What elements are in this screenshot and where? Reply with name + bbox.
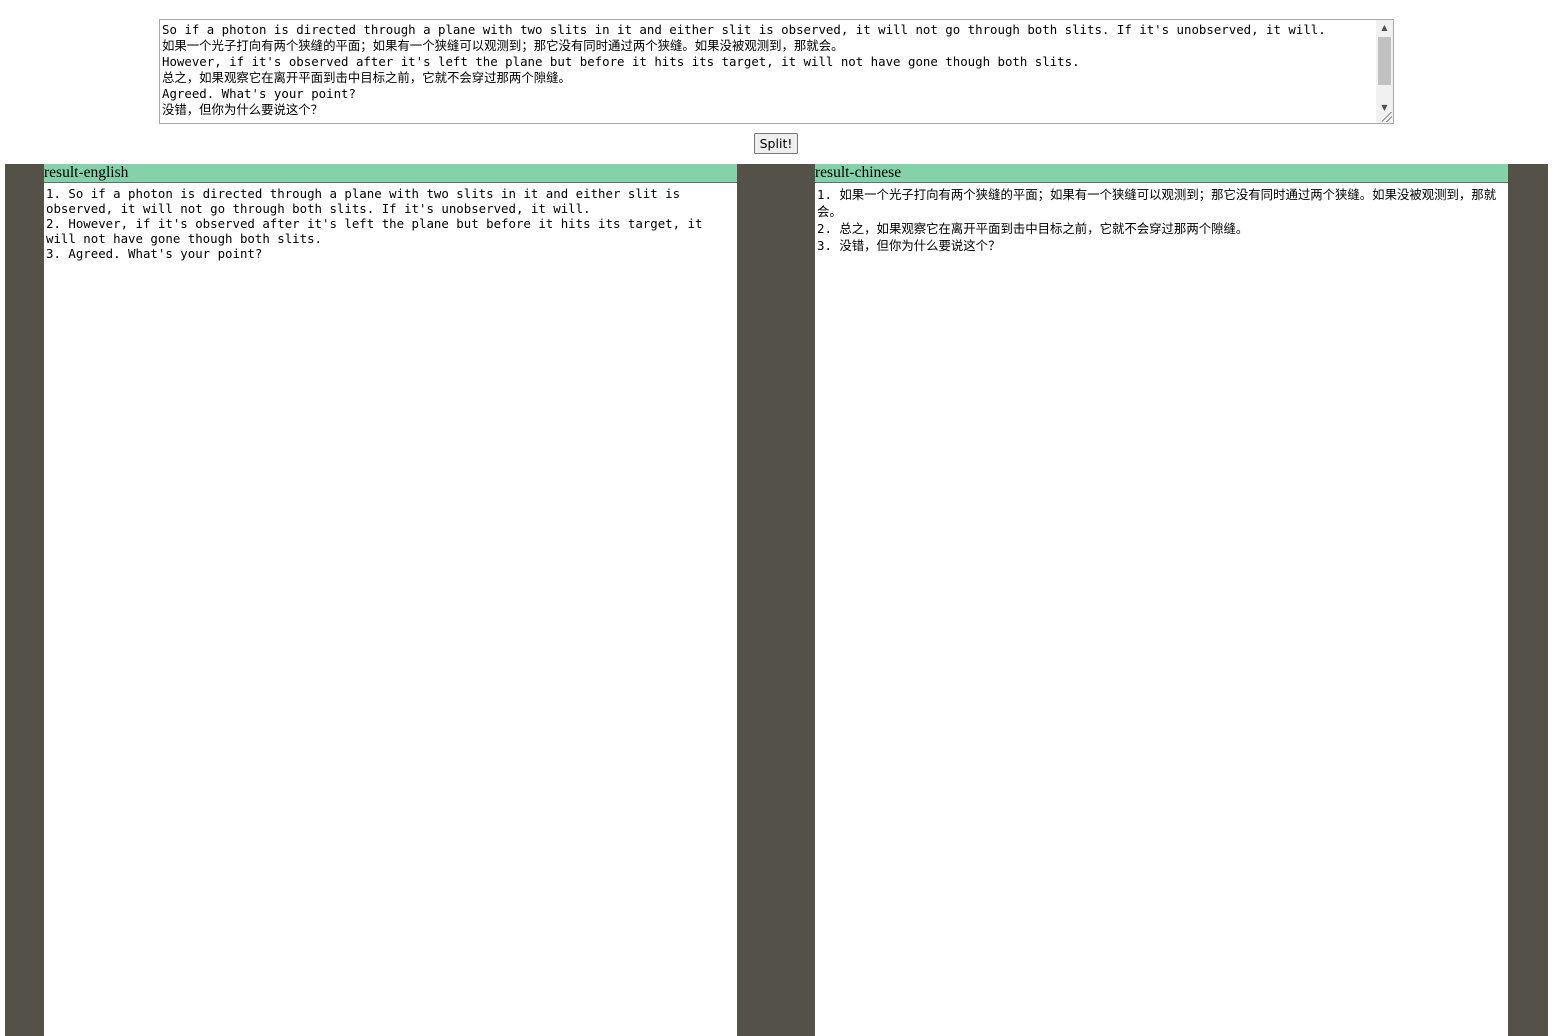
result-english-line: 2. However, if it's observed after it's … bbox=[46, 216, 710, 246]
result-english-line: 3. Agreed. What's your point? bbox=[46, 246, 263, 261]
result-english-header: result-english bbox=[44, 164, 737, 183]
source-line: So if a photon is directed through a pla… bbox=[162, 22, 1326, 37]
result-chinese-line: 2. 总之，如果观察它在离开平面到击中目标之前，它就不会穿过那两个隙缝。 bbox=[817, 221, 1249, 236]
result-chinese-panel: result-chinese 1. 如果一个光子打向有两个狭缝的平面；如果有一个… bbox=[815, 164, 1508, 1036]
split-button[interactable]: Split! bbox=[754, 133, 798, 154]
source-line: 如果一个光子打向有两个狭缝的平面；如果有一个狭缝可以观测到；那它没有同时通过两个… bbox=[162, 38, 844, 53]
source-textarea[interactable]: So if a photon is directed through a pla… bbox=[159, 19, 1394, 124]
results-container: result-english 1. So if a photon is dire… bbox=[5, 164, 1548, 1036]
source-line: 总之，如果观察它在离开平面到击中目标之前，它就不会穿过那两个隙缝。 bbox=[162, 70, 571, 85]
result-chinese-line: 1. 如果一个光子打向有两个狭缝的平面；如果有一个狭缝可以观测到；那它没有同时通… bbox=[817, 187, 1497, 219]
result-english-body: 1. So if a photon is directed through a … bbox=[44, 183, 737, 261]
result-chinese-line: 3. 没错，但你为什么要说这个？ bbox=[817, 238, 1001, 253]
textarea-scrollbar[interactable]: ▲ ▼ bbox=[1376, 20, 1393, 123]
source-line: Agreed. What's your point? bbox=[162, 86, 356, 101]
scroll-up-arrow-icon[interactable]: ▲ bbox=[1376, 20, 1393, 35]
result-chinese-body: 1. 如果一个光子打向有两个狭缝的平面；如果有一个狭缝可以观测到；那它没有同时通… bbox=[815, 183, 1508, 254]
resize-grip-icon[interactable] bbox=[1382, 112, 1392, 122]
result-chinese-header: result-chinese bbox=[815, 164, 1508, 183]
source-text[interactable]: So if a photon is directed through a pla… bbox=[162, 22, 1375, 118]
source-line: However, if it's observed after it's lef… bbox=[162, 54, 1080, 69]
scrollbar-thumb[interactable] bbox=[1378, 37, 1391, 85]
result-english-line: 1. So if a photon is directed through a … bbox=[46, 186, 688, 216]
result-english-panel: result-english 1. So if a photon is dire… bbox=[44, 164, 737, 1036]
input-area: So if a photon is directed through a pla… bbox=[0, 0, 1554, 164]
source-line: 没错，但你为什么要说这个？ bbox=[162, 102, 324, 117]
